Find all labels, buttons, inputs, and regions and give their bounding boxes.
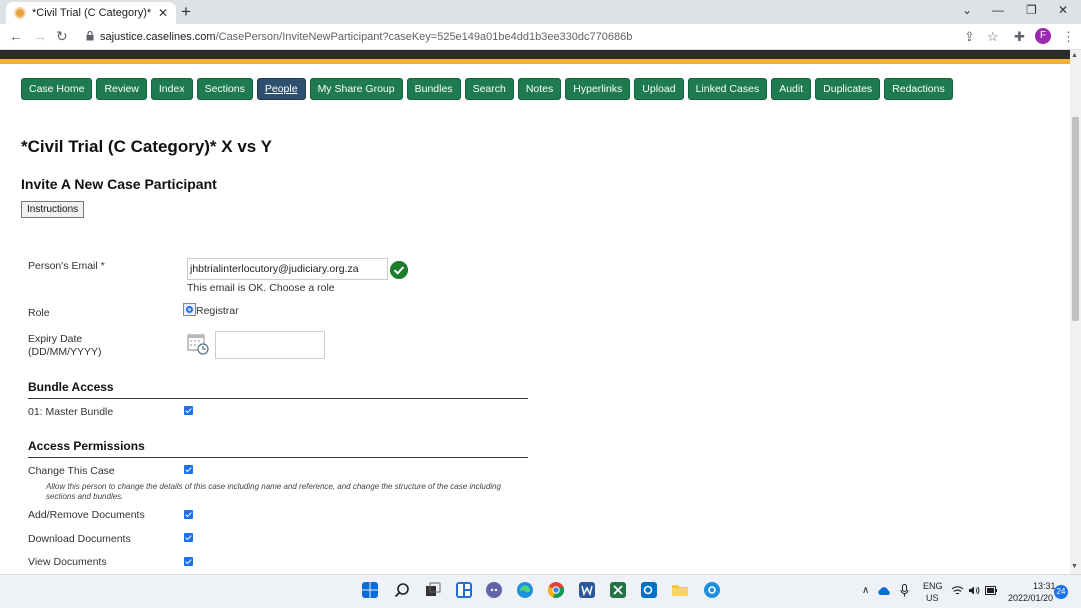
- onedrive-cloud-icon[interactable]: [877, 586, 891, 596]
- settings-app-icon[interactable]: [704, 582, 720, 598]
- language-indicator[interactable]: ENG: [923, 581, 943, 591]
- nav-index-button[interactable]: Index: [150, 78, 193, 100]
- view-checkbox[interactable]: [184, 557, 193, 566]
- minimize-icon[interactable]: —: [992, 3, 1004, 17]
- nav-case-home-button[interactable]: Case Home: [21, 78, 93, 100]
- section-divider: [28, 457, 528, 458]
- case-title: *Civil Trial (C Category)* X vs Y: [21, 137, 272, 156]
- radio-selected-dot: [186, 306, 193, 313]
- email-label: Person's Email *: [28, 260, 105, 272]
- access-permissions-heading: Access Permissions: [28, 439, 145, 453]
- lock-icon: [86, 31, 94, 41]
- nav-redactions-button[interactable]: Redactions: [884, 78, 953, 100]
- nav-review-button[interactable]: Review: [96, 78, 147, 100]
- nav-audit-button[interactable]: Audit: [771, 78, 812, 100]
- nav-my-share-group-button[interactable]: My Share Group: [309, 78, 403, 100]
- nav-people-button[interactable]: People: [256, 78, 306, 100]
- show-hidden-icons[interactable]: ∧: [862, 585, 869, 596]
- site-header-accent: [0, 59, 1070, 64]
- nav-linked-cases-button[interactable]: Linked Cases: [687, 78, 768, 100]
- notification-badge[interactable]: 24: [1054, 585, 1068, 599]
- expiry-format-label: (DD/MM/YYYY): [28, 346, 102, 358]
- add-remove-checkbox[interactable]: [184, 510, 193, 519]
- expiry-date-input[interactable]: [215, 331, 325, 359]
- section-divider: [28, 398, 528, 399]
- nav-bundles-button[interactable]: Bundles: [406, 78, 461, 100]
- tab-title: *Civil Trial (C Category)* X vs Y |: [32, 7, 154, 19]
- url-path: /CasePerson/InviteNewParticipant?caseKey…: [215, 31, 633, 43]
- forward-icon[interactable]: →: [33, 28, 47, 44]
- windows-taskbar: [0, 574, 1081, 608]
- close-window-icon[interactable]: ✕: [1058, 3, 1068, 17]
- nav-hyperlinks-button[interactable]: Hyperlinks: [565, 78, 631, 100]
- download-label: Download Documents: [28, 533, 131, 545]
- scroll-up-icon[interactable]: ▲: [1071, 52, 1078, 59]
- nav-duplicates-button[interactable]: Duplicates: [815, 78, 881, 100]
- clock-date[interactable]: 2022/01/20: [1008, 593, 1053, 603]
- scroll-down-icon[interactable]: ▼: [1071, 563, 1078, 570]
- browser-tab[interactable]: *Civil Trial (C Category)* X vs Y | ✕: [6, 2, 176, 24]
- wifi-icon[interactable]: [951, 585, 964, 596]
- browser-menu-icon[interactable]: ⋮: [1062, 29, 1075, 45]
- page-scrollbar-thumb[interactable]: [1072, 117, 1079, 321]
- word-icon[interactable]: [579, 582, 595, 598]
- search-icon[interactable]: [394, 582, 410, 598]
- role-label: Role: [28, 307, 50, 319]
- check-ok-icon: [390, 261, 408, 279]
- nav-notes-button[interactable]: Notes: [517, 78, 562, 100]
- role-registrar-label: Registrar: [196, 305, 239, 317]
- restore-icon[interactable]: ❐: [1026, 3, 1037, 17]
- share-icon[interactable]: ⇪: [964, 29, 975, 45]
- new-tab-icon[interactable]: +: [181, 2, 191, 22]
- extensions-icon[interactable]: ✚: [1014, 29, 1025, 45]
- add-remove-label: Add/Remove Documents: [28, 509, 145, 521]
- nav-upload-button[interactable]: Upload: [634, 78, 684, 100]
- widgets-icon[interactable]: [456, 582, 472, 598]
- file-explorer-icon[interactable]: [672, 582, 688, 598]
- battery-icon[interactable]: [985, 586, 997, 595]
- windows-start-icon[interactable]: [362, 582, 378, 598]
- url-domain: sajustice.caselines.com: [100, 31, 216, 43]
- calendar-icon[interactable]: [187, 333, 209, 355]
- page-title: Invite A New Case Participant: [21, 176, 217, 192]
- change-case-label: Change This Case: [28, 465, 115, 477]
- change-case-checkbox[interactable]: [184, 465, 193, 474]
- bookmark-star-icon[interactable]: ☆: [987, 29, 999, 45]
- close-tab-icon[interactable]: ✕: [158, 6, 168, 20]
- instructions-button[interactable]: Instructions: [21, 201, 85, 218]
- role-registrar-radio[interactable]: [183, 303, 196, 316]
- site-header-bar: [0, 50, 1070, 59]
- outlook-icon[interactable]: [641, 582, 657, 598]
- excel-icon[interactable]: [610, 582, 626, 598]
- volume-icon[interactable]: [968, 585, 980, 596]
- edge-icon[interactable]: [517, 582, 533, 598]
- profile-avatar[interactable]: F: [1035, 28, 1051, 44]
- microphone-icon[interactable]: [900, 584, 909, 597]
- address-bar[interactable]: sajustice.caselines.com/CasePerson/Invit…: [100, 31, 632, 43]
- clock-time[interactable]: 13:31: [1033, 581, 1056, 591]
- master-bundle-label: 01: Master Bundle: [28, 406, 114, 418]
- change-case-help: Allow this person to change the details …: [46, 482, 501, 501]
- expiry-label: Expiry Date: [28, 333, 83, 345]
- master-bundle-checkbox[interactable]: [184, 406, 193, 415]
- email-status-message: This email is OK. Choose a role: [187, 282, 335, 294]
- download-checkbox[interactable]: [184, 533, 193, 542]
- chrome-icon[interactable]: [548, 582, 564, 598]
- bundle-access-heading: Bundle Access: [28, 380, 114, 394]
- teams-chat-icon[interactable]: [486, 582, 502, 598]
- keyboard-layout: US: [926, 593, 939, 603]
- view-label: View Documents: [28, 556, 107, 568]
- email-field[interactable]: jhbtrialinterlocutory@judiciary.org.za: [187, 258, 388, 280]
- tab-search-icon[interactable]: ⌄: [962, 3, 972, 17]
- site-favicon-icon: [14, 7, 26, 19]
- nav-search-button[interactable]: Search: [464, 78, 514, 100]
- task-view-icon[interactable]: [425, 582, 441, 598]
- back-icon[interactable]: ←: [9, 28, 23, 44]
- case-nav-bar: Case Home Review Index Sections People M…: [21, 78, 953, 100]
- reload-icon[interactable]: ↻: [56, 28, 68, 45]
- nav-sections-button[interactable]: Sections: [196, 78, 253, 100]
